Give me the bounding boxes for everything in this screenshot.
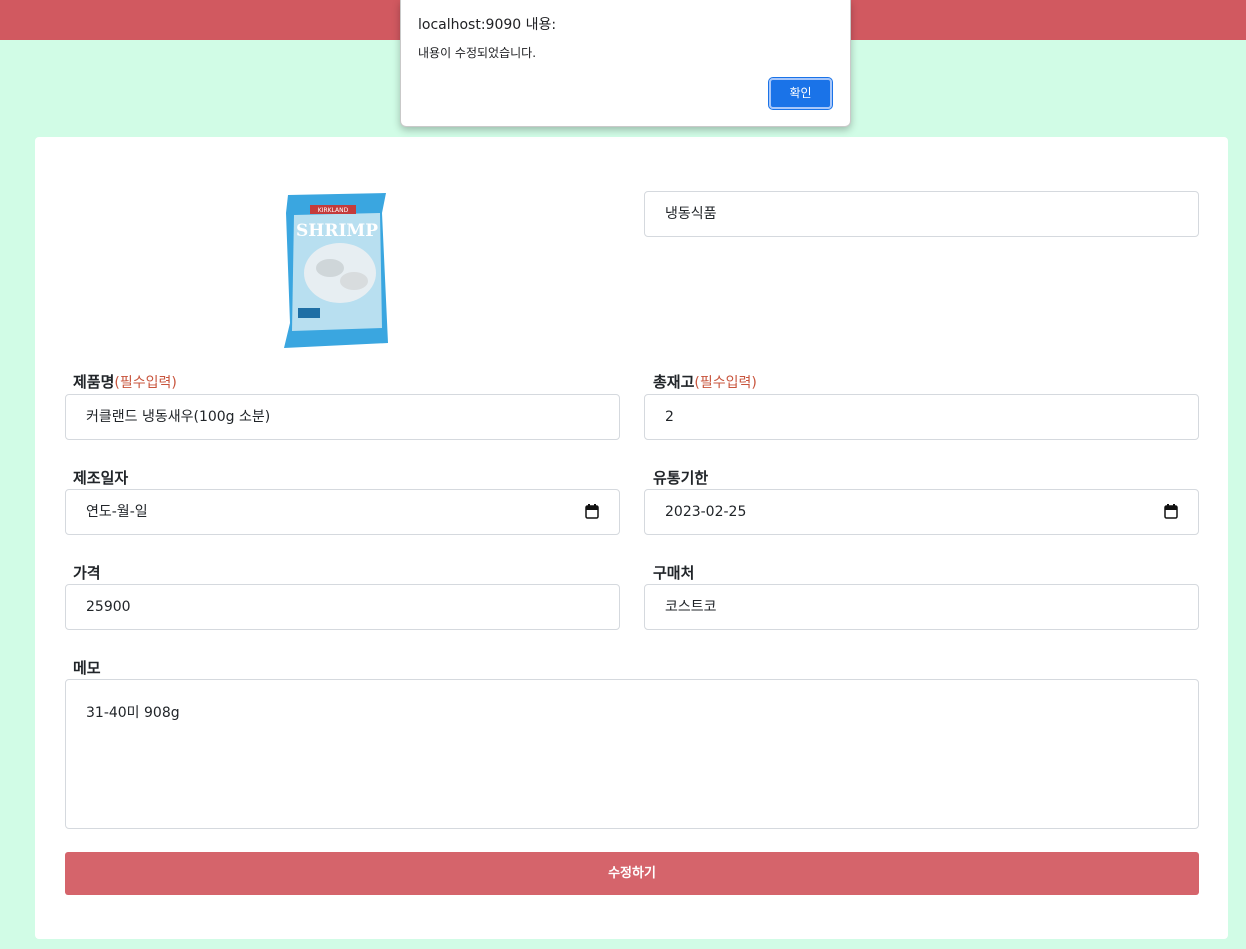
- expiry-date-input[interactable]: 2023-02-25: [644, 489, 1199, 535]
- store-label: 구매처: [653, 564, 695, 582]
- mfg-date-placeholder: 연도-월-일: [86, 504, 148, 520]
- stock-value: 2: [665, 409, 674, 425]
- store-input[interactable]: 코스트코: [644, 584, 1199, 630]
- memo-textarea[interactable]: 31-40미 908g: [65, 679, 1199, 829]
- brand-text: KIRKLAND: [318, 207, 349, 214]
- product-name-label-text: 제품명: [73, 373, 115, 391]
- category-value: 냉동식품: [665, 206, 717, 222]
- price-input[interactable]: 25900: [65, 584, 620, 630]
- expiry-date-value: 2023-02-25: [665, 504, 747, 520]
- stock-label-text: 총재고: [653, 373, 695, 391]
- product-name-input[interactable]: 커클랜드 냉동새우(100g 소분): [65, 394, 620, 440]
- memo-value: 31-40미 908g: [86, 705, 180, 721]
- stock-input[interactable]: 2: [644, 394, 1199, 440]
- required-marker: (필수입력): [694, 375, 757, 391]
- price-label: 가격: [73, 564, 101, 582]
- shrimp-bag-icon: KIRKLAND SHRIMP: [284, 193, 388, 348]
- dialog-message: 내용이 수정되었습니다.: [418, 46, 537, 60]
- mfg-date-input[interactable]: 연도-월-일: [65, 489, 620, 535]
- stock-label: 총재고(필수입력): [653, 371, 757, 392]
- calendar-icon[interactable]: [585, 504, 599, 519]
- mfg-date-label: 제조일자: [73, 469, 129, 487]
- shrimp-text: SHRIMP: [296, 221, 378, 241]
- required-marker: (필수입력): [114, 375, 177, 391]
- calendar-icon[interactable]: [1164, 504, 1178, 519]
- product-image: KIRKLAND SHRIMP: [282, 193, 392, 348]
- store-value: 코스트코: [665, 599, 717, 615]
- memo-label: 메모: [73, 659, 101, 677]
- product-name-value: 커클랜드 냉동새우(100g 소분): [86, 409, 271, 425]
- product-name-label: 제품명(필수입력): [73, 371, 177, 392]
- dialog-ok-button[interactable]: 확인: [768, 77, 833, 110]
- price-value: 25900: [86, 599, 131, 615]
- submit-button[interactable]: 수정하기: [65, 852, 1199, 895]
- dialog-title: localhost:9090 내용:: [418, 17, 557, 33]
- expiry-date-label: 유통기한: [653, 469, 709, 487]
- category-field[interactable]: 냉동식품: [644, 191, 1199, 237]
